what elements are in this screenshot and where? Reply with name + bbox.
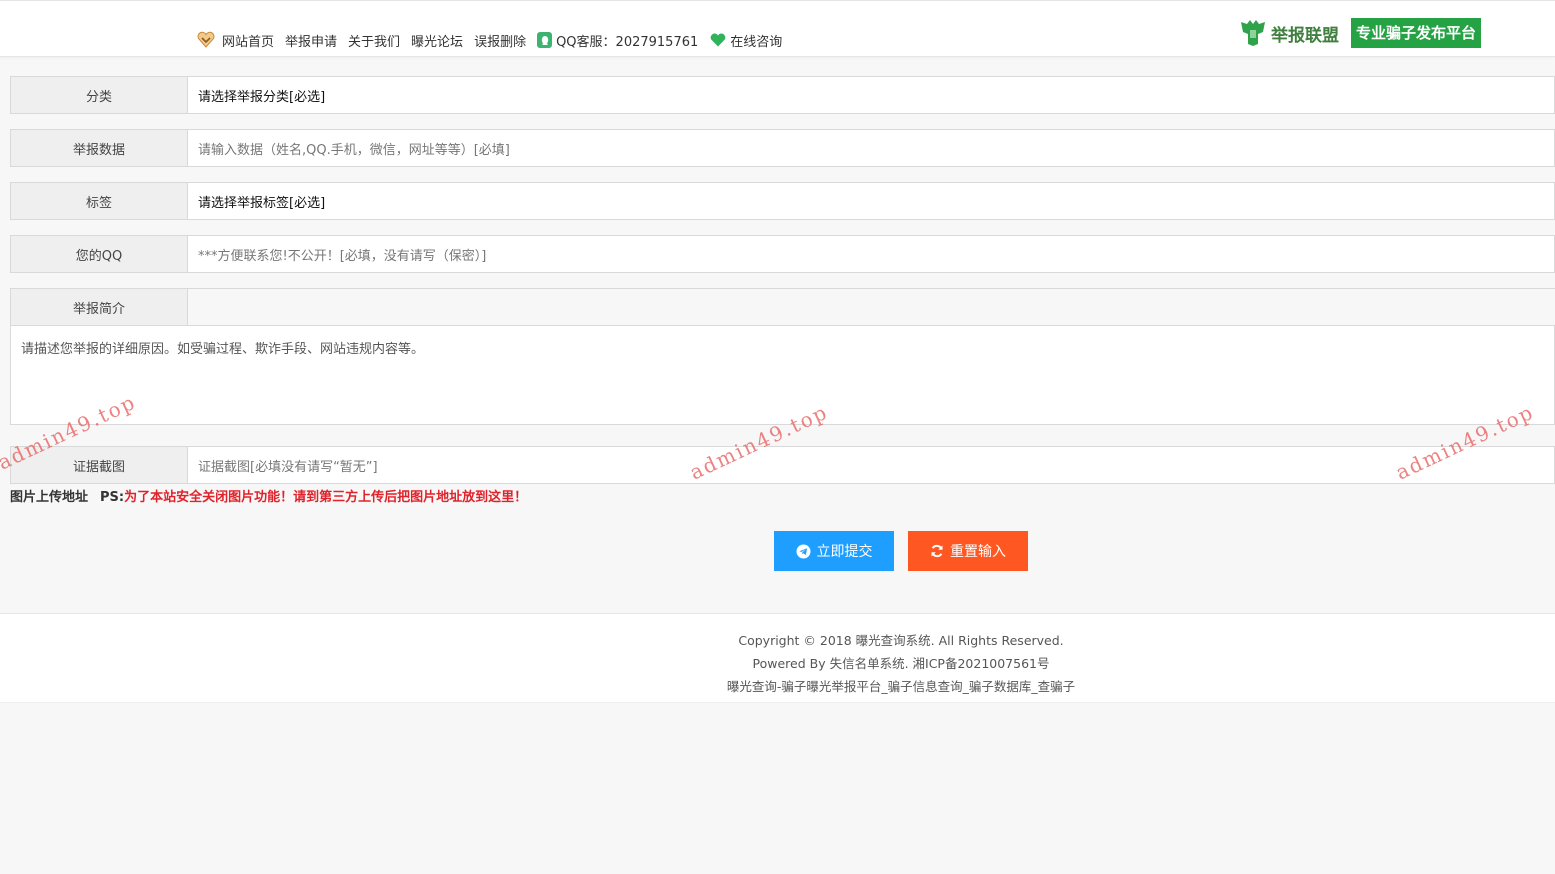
evidence-row: 证据截图 证据截图[必填没有请写“暂无”]	[10, 446, 1555, 484]
green-heart-icon	[710, 33, 726, 47]
upload-warning: 为了本站安全关闭图片功能！请到第三方上传后把图片地址放到这里！	[124, 490, 528, 505]
nav-report-apply[interactable]: 举报申请	[285, 31, 337, 50]
reset-label: 重置输入	[950, 543, 1006, 559]
your-qq-label: 您的QQ	[10, 235, 188, 273]
report-data-label: 举报数据	[10, 129, 188, 167]
online-consult-text: 在线咨询	[730, 34, 783, 50]
qq-icon	[537, 32, 553, 48]
category-label: 分类	[10, 76, 188, 114]
nav-about[interactable]: 关于我们	[348, 31, 400, 50]
shield-icon	[1241, 20, 1265, 46]
report-data-row: 举报数据 请输入数据（姓名,QQ.手机，微信，网址等等）[必填]	[10, 129, 1555, 167]
reset-button[interactable]: 重置输入	[908, 531, 1028, 571]
tag-row: 标签 请选择举报标签[必选]	[10, 182, 1555, 220]
your-qq-row: 您的QQ ***方便联系您!不公开！[必填，没有请写（保密）]	[10, 235, 1555, 273]
summary-row: 举报简介	[10, 288, 1555, 326]
qq-service-link[interactable]: QQ客服：2027915761	[537, 31, 698, 50]
footer-copyright: Copyright © 2018 曝光查询系统. All Rights Rese…	[738, 633, 1064, 648]
footer-powered: Powered By 失信名单系统. 湘ICP备2021007561号	[752, 656, 1050, 671]
refresh-icon	[930, 544, 944, 558]
nav-home[interactable]: 网站首页	[222, 31, 274, 50]
heart-logo-icon	[196, 30, 216, 50]
category-row: 分类 请选择举报分类[必选]	[10, 76, 1555, 114]
footer-keywords: 曝光查询-骗子曝光举报平台_骗子信息查询_骗子数据库_查骗子	[726, 679, 1076, 694]
report-data-input[interactable]: 请输入数据（姓名,QQ.手机，微信，网址等等）[必填]	[188, 129, 1555, 167]
telegram-send-icon	[796, 544, 811, 559]
site-header: 网站首页 举报申请 关于我们 曝光论坛 误报删除 QQ客服：2027915761…	[0, 0, 1555, 57]
site-footer: Copyright © 2018 曝光查询系统. All Rights Rese…	[0, 613, 1555, 703]
brand-logo[interactable]: 举报联盟 专业骗子发布平台	[1238, 18, 1482, 48]
submit-button[interactable]: 立即提交	[774, 531, 894, 571]
brand-slogan: 专业骗子发布平台	[1351, 18, 1482, 48]
online-consult-link[interactable]: 在线咨询	[710, 31, 782, 50]
your-qq-input[interactable]: ***方便联系您!不公开！[必填，没有请写（保密）]	[188, 235, 1555, 273]
category-select[interactable]: 请选择举报分类[必选]	[188, 76, 1555, 114]
upload-ps: PS:	[100, 490, 125, 505]
evidence-label: 证据截图	[10, 446, 188, 484]
summary-label-spacer	[188, 288, 1555, 326]
submit-label: 立即提交	[816, 543, 873, 559]
qq-service-text: QQ客服：2027915761	[556, 34, 699, 50]
evidence-input[interactable]: 证据截图[必填没有请写“暂无”]	[188, 446, 1555, 484]
upload-note: 图片上传地址 PS:为了本站安全关闭图片功能！请到第三方上传后把图片地址放到这里！	[10, 486, 527, 505]
top-nav: 网站首页 举报申请 关于我们 曝光论坛 误报删除 QQ客服：2027915761…	[196, 29, 782, 51]
summary-textarea[interactable]: 请描述您举报的详细原因。如受骗过程、欺诈手段、网站违规内容等。	[10, 325, 1555, 425]
nav-false-report-delete[interactable]: 误报删除	[474, 31, 526, 50]
upload-label: 图片上传地址	[10, 490, 89, 505]
tag-label: 标签	[10, 182, 188, 220]
nav-forum[interactable]: 曝光论坛	[411, 31, 463, 50]
tag-select[interactable]: 请选择举报标签[必选]	[188, 182, 1555, 220]
brand-name: 举报联盟	[1271, 25, 1339, 46]
summary-label: 举报简介	[10, 288, 188, 326]
